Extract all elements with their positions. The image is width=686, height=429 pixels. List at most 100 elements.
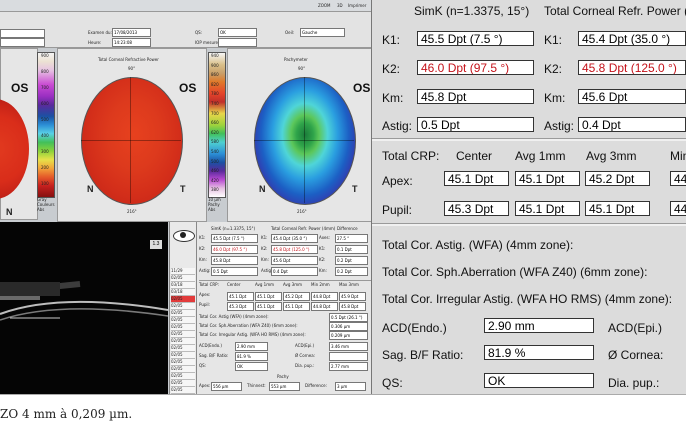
mini-axes[interactable]: 27.5 ° [335,234,368,243]
menu-zoom[interactable]: ZOOM [318,3,331,8]
kmb-field[interactable]: 45.6 Dpt [578,89,686,104]
mini-crp-cell[interactable]: 45.1 Dpt [255,302,282,311]
mini-crp-cell[interactable]: 44.8 Dpt [311,302,338,311]
k2-field[interactable]: 46.0 Dpt (97.5 °) [417,60,534,75]
mini-diff-title: Difference [337,226,358,231]
mini-qs-label: QS: [199,363,207,368]
mini-k2-label: K2: [199,246,206,251]
sag-ratio-field[interactable]: 81.9 % [484,345,594,360]
image-list-item[interactable]: 02/05 [171,275,195,282]
image-list-item[interactable]: 11/29 [171,268,195,275]
k1-field[interactable]: 45.5 Dpt (7.5 °) [417,31,534,46]
pupil-avg3[interactable]: 45.1 Dpt [585,201,650,216]
mini-acd-epi[interactable]: 3.46 mm [329,342,368,351]
mini-sag[interactable]: 81.9 % [235,352,268,361]
legend2-tick: 820 [211,81,219,87]
apex-avg3[interactable]: 45.2 Dpt [585,171,650,186]
image-list-item[interactable]: 02/05 [171,303,195,310]
mini-astig-label: Astig: [199,268,211,273]
k2b-label: K2: [544,62,563,76]
menu-3d[interactable]: 3D [337,3,343,8]
image-list-item[interactable]: 02/05 [171,380,195,387]
mini-kmb-label: Km: [261,257,269,262]
mini-apex[interactable]: 556 µm [211,382,242,391]
mini-sph-ab-val[interactable]: 0.306 µm [329,322,368,331]
separator-1 [372,138,686,141]
mini-crp-cell[interactable]: 45.1 Dpt [283,302,310,311]
image-list[interactable]: 11/29 02/05 03/18 03/18 02/05 02/05 02/05 02/05… [171,268,195,394]
image-list-item[interactable]: 02/05 [171,352,195,359]
panel-divider [371,0,372,394]
k2b-field[interactable]: 45.8 Dpt (125.0 °) [578,60,686,75]
image-list-item[interactable]: 02/05 [171,387,195,394]
legend2-tick: 500 [211,158,219,164]
mini-crp-cell[interactable]: 45.1 Dpt [227,292,254,301]
image-list-item[interactable]: 02/05 [171,359,195,366]
mini-km[interactable]: 45.8 Dpt [211,256,258,265]
image-list-item[interactable]: 02/05 [171,296,195,303]
eye-field[interactable]: Gauche [300,28,345,37]
mini-astig[interactable]: 0.5 Dpt [211,267,258,276]
astig-field[interactable]: 0.5 Dpt [417,117,534,132]
mini-k2[interactable]: 46.0 Dpt (97.5 °) [211,245,258,254]
mini-kmb[interactable]: 45.6 Dpt [271,256,318,265]
pupil-avg1[interactable]: 45.1 Dpt [515,201,580,216]
mini-crp-cell[interactable]: 44.8 Dpt [311,292,338,301]
mini-k1[interactable]: 45.5 Dpt (7.5 °) [211,234,258,243]
acd-field[interactable]: 2.90 mm [484,318,594,333]
mini-crp-cell[interactable]: 45.1 Dpt [255,292,282,301]
image-list-item[interactable]: 02/05 [171,310,195,317]
scheimpflug-image[interactable]: 1.3 [0,222,168,394]
qs-field[interactable]: OK [218,28,257,37]
exam-date-field[interactable]: 17/08/2013 [112,28,151,37]
legend2-tick: 860 [211,72,219,78]
mini-qs[interactable]: OK [235,362,268,371]
image-list-item[interactable]: 02/05 [171,331,195,338]
astigb-field[interactable]: 0.4 Dpt [578,117,686,132]
patient-field[interactable] [0,29,45,38]
mini-crp-cell[interactable]: 45.2 Dpt [283,292,310,301]
legend2-tick: 380 [211,187,219,193]
image-list-item[interactable]: 02/05 [171,345,195,352]
mini-diff[interactable]: 3 µm [335,382,366,391]
apex-min[interactable]: 44 [670,171,686,186]
mini-cornea[interactable] [329,352,368,361]
image-list-item[interactable]: 03/18 [171,282,195,289]
mini-k2b[interactable]: 45.8 Dpt (125.0 °) [271,245,318,254]
mini-crp-cell[interactable]: 45.8 Dpt [339,302,366,311]
mini-thinnest[interactable]: 553 µm [269,382,300,391]
mini-k2d[interactable]: 0.2 Dpt [335,256,368,265]
legend2-tick: 940 [211,53,219,58]
mini-crp-cell[interactable]: 45.3 Dpt [227,302,254,311]
mini-irr-val[interactable]: 0.209 µm [329,331,368,340]
mini-wfa-astig-val[interactable]: 0.5 Dpt (26.1 °) [329,313,368,322]
legend1-tick: 600 [41,101,49,106]
legend2-tick: 740 [211,101,219,106]
image-list-item[interactable]: 02/05 [171,317,195,324]
km-field[interactable]: 45.8 Dpt [417,89,534,104]
apex-avg1[interactable]: 45.1 Dpt [515,171,580,186]
eye-pupil-icon [180,232,186,238]
image-list-item[interactable]: 02/05 [171,324,195,331]
image-list-item[interactable]: 02/05 [171,373,195,380]
apex-center[interactable]: 45.1 Dpt [444,171,509,186]
mini-crp-cell[interactable]: 45.9 Dpt [339,292,366,301]
image-list-item[interactable]: 02/05 [171,338,195,345]
time-field[interactable]: 14:23:08 [112,38,151,47]
qs-field[interactable]: OK [484,373,594,388]
mini-acd[interactable]: 2.90 mm [235,342,268,351]
menu-print[interactable]: Imprimer [348,3,366,8]
iop-field[interactable] [218,38,257,47]
mini-astigb[interactable]: 0.4 Dpt [271,267,318,276]
mini-k1d[interactable]: 0.1 Dpt [335,245,368,254]
pupil-min[interactable]: 44 [670,201,686,216]
mini-k1b[interactable]: 45.4 Dpt (35.0 °) [271,234,318,243]
patient-field-2[interactable] [0,38,45,47]
figure-caption: ZO 4 mm à 0,209 µm. [0,407,133,421]
k1b-field[interactable]: 45.4 Dpt (35.0 °) [578,31,686,46]
image-list-item[interactable]: 02/05 [171,366,195,373]
pupil-center[interactable]: 45.3 Dpt [444,201,509,216]
image-list-item[interactable]: 03/18 [171,289,195,296]
mini-kmd[interactable]: 0.2 Dpt [335,267,368,276]
mini-dia[interactable]: 2.77 mm [329,362,368,371]
